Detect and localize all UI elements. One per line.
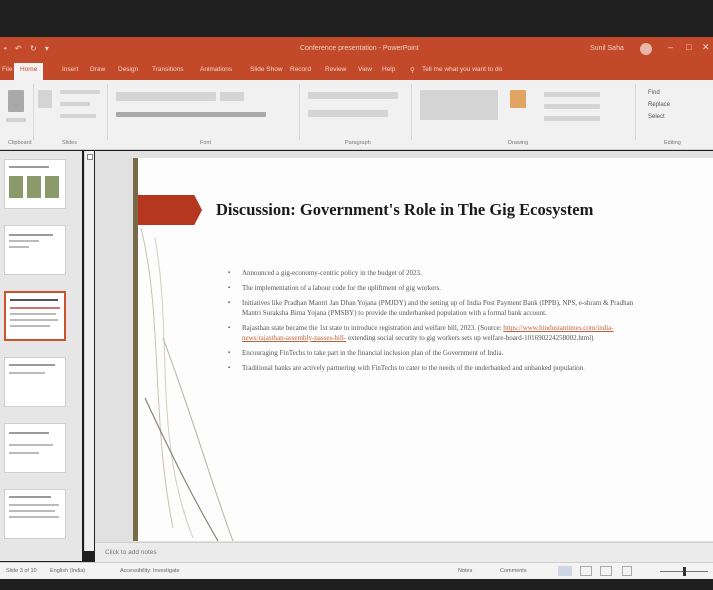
slide-thumbnail[interactable] [4,225,66,275]
list-buttons[interactable] [308,92,398,99]
bullet-item: The implementation of a labour code for … [228,283,638,293]
paste-icon[interactable] [8,90,24,112]
zoom-slider-thumb[interactable] [683,567,686,576]
new-slide-icon[interactable] [38,90,52,108]
notes-button[interactable]: Notes [458,568,472,574]
paste-button[interactable] [6,118,26,122]
status-bar: Slide 3 of 10 English (India) Accessibil… [0,562,713,579]
find-button[interactable]: Find [648,90,660,96]
font-size-dropdown[interactable] [220,92,244,101]
slide-thumbnail[interactable] [4,423,66,473]
clipboard-group-label: Clipboard [8,140,32,146]
tab-review[interactable]: Review [325,66,346,73]
slide-counter: Slide 3 of 10 [6,568,37,574]
paragraph-group-label: Paragraph [345,140,371,146]
editing-group-label: Editing [664,140,681,146]
slide-sorter-icon[interactable] [580,566,592,576]
tab-draw[interactable]: Draw [90,66,105,73]
comments-button[interactable]: Comments [500,568,527,574]
align-buttons[interactable] [308,110,388,117]
accessibility-status[interactable]: Accessibility: Investigate [120,568,180,574]
layout-button[interactable] [60,90,100,94]
document-title: Conference presentation - PowerPoint [300,45,419,52]
reset-button[interactable] [60,102,90,106]
bullet-text: Rajasthan state became the 1st state to … [242,324,504,332]
tab-slide-show[interactable]: Slide Show [250,66,283,73]
shape-fill-button[interactable] [544,92,600,97]
tab-view[interactable]: View [358,66,372,73]
close-button[interactable]: ✕ [702,42,710,53]
arrange-icon[interactable] [510,90,526,108]
slide-thumbnail[interactable] [4,357,66,407]
collapse-pane-icon[interactable] [87,154,93,160]
tab-home[interactable]: Home [14,63,44,80]
font-name-dropdown[interactable] [116,92,216,101]
slide-title[interactable]: Discussion: Government's Role in The Gig… [216,200,593,220]
screen-bottom-border [0,579,713,590]
bullet-item: Initiatives like Pradhan Mantri Jan Dhan… [228,298,638,318]
ribbon-home: Clipboard Slides Font Paragraph Drawing … [0,80,713,150]
slide-thumbnail[interactable] [4,159,66,209]
tab-transitions[interactable]: Transitions [152,66,184,73]
tab-insert[interactable]: Insert [62,66,78,73]
title-accent-shape [138,195,202,225]
slide-thumbnail-pane [0,151,82,561]
select-button[interactable]: Select [648,114,665,120]
slides-group [34,84,108,140]
minimize-button[interactable]: – [668,42,673,52]
bullet-item: Announced a gig-economy-centric policy i… [228,268,638,278]
language-indicator[interactable]: English (India) [50,568,85,574]
avatar[interactable] [640,43,652,55]
slides-group-label: Slides [62,140,77,146]
clipboard-group [0,84,34,140]
normal-view-icon[interactable] [558,566,572,576]
bullet-list[interactable]: Announced a gig-economy-centric policy i… [228,268,638,378]
maximize-button[interactable]: □ [686,42,691,52]
drawing-group-label: Drawing [508,140,529,146]
shapes-gallery[interactable] [420,90,498,120]
ribbon-tabs: File Home Insert Draw Design Transitions… [0,61,713,80]
slide-thumbnail[interactable] [4,489,66,539]
slide-thumbnail-selected[interactable] [4,291,66,341]
quick-access-toolbar[interactable]: • ↶ ↻ ▾ [4,44,52,53]
tab-help[interactable]: Help [382,66,395,73]
notes-pane[interactable]: Click to add notes [95,542,713,562]
reading-view-icon[interactable] [600,566,612,576]
font-group-label: Font [200,140,212,146]
screen-top-border [0,0,713,37]
title-bar: • ↶ ↻ ▾ Conference presentation - PowerP… [0,37,713,61]
section-button[interactable] [60,114,96,118]
lightbulb-icon: ⚲ [410,67,415,74]
shape-effects-button[interactable] [544,116,600,121]
user-name[interactable]: Sunil Saha [590,45,624,52]
font-format-buttons[interactable] [116,112,266,117]
font-group [108,84,300,140]
editing-group: Find Replace Select [636,84,713,140]
tab-design[interactable]: Design [118,66,138,73]
slideshow-view-icon[interactable] [622,566,632,576]
thumbnail-scrollbar[interactable] [84,151,94,551]
bullet-text: extending social security to gig workers… [346,334,594,342]
tab-file[interactable]: File [2,66,12,73]
drawing-group [412,84,636,140]
bullet-item: Traditional banks are actively partnerin… [228,363,638,373]
replace-button[interactable]: Replace [648,102,670,108]
bullet-item: Encouraging FinTechs to take part in the… [228,348,638,358]
tell-me-search[interactable]: Tell me what you want to do [422,66,502,73]
tab-record[interactable]: Record [290,66,311,73]
bullet-item: Rajasthan state became the 1st state to … [228,323,638,343]
slide-left-bar [133,158,138,541]
tab-animations[interactable]: Animations [200,66,232,73]
shape-outline-button[interactable] [544,104,600,109]
paragraph-group [300,84,412,140]
